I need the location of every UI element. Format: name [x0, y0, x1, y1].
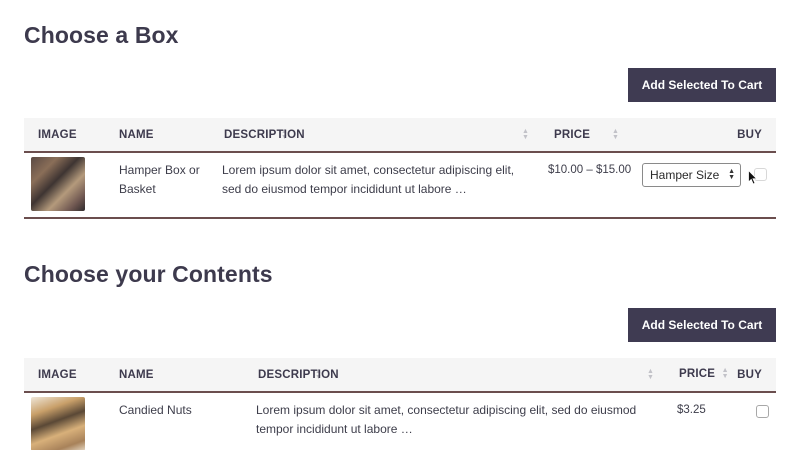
table-row: Candied Nuts Lorem ipsum dolor sit amet,…	[24, 392, 776, 450]
column-header-price[interactable]: PRICE ▲ ▼	[540, 118, 634, 152]
sort-icon: ▲ ▼	[522, 128, 530, 141]
box-section-title: Choose a Box	[24, 22, 179, 48]
sort-icon: ▲ ▼	[612, 128, 620, 141]
table-row: Hamper Box or Basket Lorem ipsum dolor s…	[24, 152, 776, 218]
product-name[interactable]: Candied Nuts	[105, 392, 244, 450]
product-name[interactable]: Hamper Box or Basket	[105, 152, 210, 218]
product-description: Lorem ipsum dolor sit amet, consectetur …	[222, 163, 515, 196]
buy-checkbox[interactable]	[756, 405, 769, 418]
table-header-row: IMAGE NAME ▲ ▼ DESCRIPTION ▲ ▼ PRICE ▲ ▼ BU…	[24, 358, 776, 392]
column-header-description-label: DESCRIPTION	[224, 128, 305, 141]
column-header-name-label: NAME	[119, 368, 154, 381]
sort-icon: ▲ ▼	[647, 368, 655, 381]
column-header-description[interactable]: DESCRIPTION ▲ ▼	[210, 118, 540, 152]
box-products-table: IMAGE NAME ▲ ▼ DESCRIPTION ▲ ▼ PRICE ▲ ▼ BU…	[24, 118, 776, 219]
column-header-price-label: PRICE	[554, 128, 591, 141]
column-header-name-label: NAME	[119, 128, 154, 141]
column-header-buy: BUY	[737, 128, 762, 141]
column-header-price-label: PRICE	[679, 368, 716, 381]
mouse-cursor-icon	[748, 170, 758, 185]
column-header-image: IMAGE	[38, 128, 77, 141]
contents-section: Choose your Contents Add Selected To Car…	[24, 240, 776, 450]
column-header-description-label: DESCRIPTION	[258, 368, 339, 381]
table-header-row: IMAGE NAME ▲ ▼ DESCRIPTION ▲ ▼ PRICE ▲ ▼ BU…	[24, 118, 776, 152]
product-price: $10.00 – $15.00	[548, 164, 632, 176]
sort-icon: ▲ ▼	[721, 367, 729, 381]
contents-section-title: Choose your Contents	[24, 261, 273, 287]
hamper-thumbnail-image[interactable]	[31, 157, 85, 211]
column-header-image: IMAGE	[38, 368, 77, 381]
column-header-name[interactable]: NAME ▲ ▼	[105, 118, 288, 152]
product-description: Lorem ipsum dolor sit amet, consectetur …	[256, 403, 637, 436]
column-header-name[interactable]: NAME ▲ ▼	[105, 358, 322, 392]
select-arrows-icon: ▲ ▼	[728, 168, 735, 181]
hamper-size-select[interactable]: Hamper Size ▲ ▼	[642, 163, 741, 187]
column-header-description[interactable]: DESCRIPTION ▲ ▼	[244, 358, 665, 392]
column-header-buy: BUY	[737, 368, 762, 381]
contents-add-to-cart-button[interactable]: Add Selected To Cart	[628, 308, 776, 342]
box-add-to-cart-button[interactable]: Add Selected To Cart	[628, 68, 776, 102]
box-section: Choose a Box Add Selected To Cart IMAGE …	[24, 0, 776, 230]
product-price: $3.25	[677, 404, 706, 416]
contents-products-table: IMAGE NAME ▲ ▼ DESCRIPTION ▲ ▼ PRICE ▲ ▼ BU…	[24, 358, 776, 450]
hamper-size-select-value: Hamper Size	[650, 167, 720, 182]
nuts-thumbnail-image[interactable]	[31, 397, 85, 450]
column-header-price[interactable]: PRICE ▲ ▼	[665, 358, 735, 392]
